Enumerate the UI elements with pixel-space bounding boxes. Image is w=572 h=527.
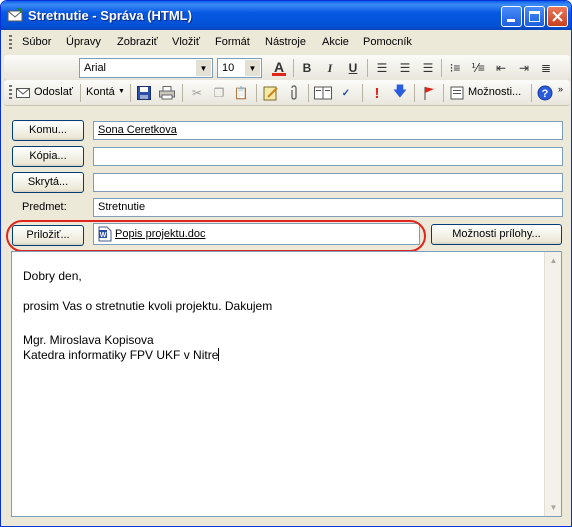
to-field[interactable]: Sona Ceretkova bbox=[93, 121, 563, 140]
send-button[interactable]: Odoslať bbox=[34, 86, 73, 98]
chevron-down-icon[interactable]: ▼ bbox=[245, 60, 260, 76]
bullets-icon[interactable]: ⁝≡ bbox=[446, 59, 464, 77]
highlight-annotation bbox=[6, 220, 426, 252]
align-left-icon[interactable]: ☰ bbox=[373, 59, 391, 77]
attach-icon[interactable] bbox=[285, 84, 303, 102]
font-select[interactable]: Arial ▼ bbox=[79, 58, 213, 78]
menu-bar: Súbor Úpravy Zobraziť Vložiť Formát Nást… bbox=[4, 32, 570, 54]
increase-indent-icon[interactable]: ⇥ bbox=[515, 59, 533, 77]
paste-icon[interactable]: 📋 bbox=[232, 84, 250, 102]
body-greeting: Dobry den, bbox=[23, 269, 82, 283]
print-icon[interactable] bbox=[158, 84, 176, 102]
message-body[interactable]: Dobry den, prosim Vas o stretnutie kvoli… bbox=[11, 251, 562, 517]
toolbar-separator bbox=[367, 59, 368, 77]
signature-department-text: Katedra informatiky FPV UKF v Nitre bbox=[23, 348, 219, 362]
menu-format[interactable]: Formát bbox=[215, 36, 250, 48]
body-text: prosim Vas o stretnutie kvoli projektu. … bbox=[23, 299, 273, 313]
toolbar-separator bbox=[308, 84, 309, 102]
font-value: Arial bbox=[84, 62, 107, 74]
font-size-select[interactable]: 10 ▼ bbox=[217, 58, 262, 78]
signature-department: Katedra informatiky FPV UKF v Nitre bbox=[23, 348, 220, 362]
toolbar-separator bbox=[293, 59, 294, 77]
line-spacing-icon[interactable]: ≣ bbox=[537, 59, 555, 77]
numbering-icon[interactable]: ⅟≡ bbox=[469, 59, 487, 77]
toolbar-separator bbox=[182, 84, 183, 102]
font-size-value: 10 bbox=[222, 62, 235, 74]
cc-field[interactable] bbox=[93, 147, 563, 166]
toolbar-separator bbox=[80, 84, 81, 102]
chevron-down-icon[interactable]: ▼ bbox=[196, 60, 211, 76]
spelling-icon[interactable]: ✓ bbox=[337, 84, 355, 102]
send-icon bbox=[16, 88, 30, 98]
to-recipient[interactable]: Sona Ceretkova bbox=[98, 124, 177, 136]
close-icon bbox=[552, 11, 563, 22]
scroll-down-icon[interactable]: ▼ bbox=[546, 500, 561, 515]
scroll-up-icon[interactable]: ▲ bbox=[546, 253, 561, 268]
attachment-options-button[interactable]: Možnosti prílohy... bbox=[431, 224, 562, 245]
align-right-icon[interactable]: ☰ bbox=[419, 59, 437, 77]
decrease-indent-icon[interactable]: ⇤ bbox=[492, 59, 510, 77]
title-bar[interactable]: Stretnutie - Správa (HTML) bbox=[1, 1, 571, 30]
subject-label: Predmet: bbox=[22, 201, 67, 213]
standard-toolbar: Odoslať Kontá ▼ ✂ ❐ 📋 ✓ ! 🡇 Možnosti... … bbox=[4, 80, 570, 106]
menu-help[interactable]: Pomocník bbox=[363, 36, 412, 48]
close-button[interactable] bbox=[547, 6, 568, 27]
options-icon bbox=[448, 84, 466, 102]
message-window: Stretnutie - Správa (HTML) Súbor Úpravy … bbox=[0, 0, 572, 527]
bold-icon[interactable]: B bbox=[298, 59, 316, 77]
check-names-icon[interactable] bbox=[314, 84, 332, 102]
menu-file[interactable]: Súbor bbox=[22, 36, 51, 48]
toolbar-separator bbox=[362, 84, 363, 102]
underline-icon[interactable]: U bbox=[344, 59, 362, 77]
formatting-toolbar: Arial ▼ 10 ▼ A B I U ☰ ☰ ☰ ⁝≡ ⅟≡ ⇤ ⇥ ≣ bbox=[4, 55, 570, 81]
toolbar-separator bbox=[443, 84, 444, 102]
menubar-grip[interactable] bbox=[9, 35, 12, 51]
text-cursor bbox=[218, 348, 220, 361]
menu-insert[interactable]: Vložiť bbox=[172, 36, 200, 48]
menu-view[interactable]: Zobraziť bbox=[117, 36, 158, 48]
menu-tools[interactable]: Nástroje bbox=[265, 36, 306, 48]
maximize-icon bbox=[529, 11, 540, 22]
menu-actions[interactable]: Akcie bbox=[322, 36, 349, 48]
align-center-icon[interactable]: ☰ bbox=[396, 59, 414, 77]
minimize-button[interactable] bbox=[501, 6, 522, 27]
address-book-icon[interactable] bbox=[262, 84, 280, 102]
subject-value: Stretnutie bbox=[98, 201, 146, 213]
svg-text:?: ? bbox=[542, 88, 549, 100]
to-button[interactable]: Komu... bbox=[12, 120, 84, 141]
toolbar-separator bbox=[441, 59, 442, 77]
vertical-scrollbar[interactable]: ▲ ▼ bbox=[544, 252, 561, 516]
cut-icon[interactable]: ✂ bbox=[188, 84, 206, 102]
toolbar-overflow-icon[interactable]: » bbox=[558, 84, 563, 94]
font-color-icon[interactable]: A bbox=[270, 59, 288, 77]
help-icon[interactable]: ? bbox=[536, 84, 554, 102]
importance-high-icon[interactable]: ! bbox=[368, 84, 386, 102]
copy-icon[interactable]: ❐ bbox=[210, 84, 228, 102]
save-icon[interactable] bbox=[135, 84, 153, 102]
cc-button[interactable]: Kópia... bbox=[12, 146, 84, 167]
bcc-button[interactable]: Skrytá... bbox=[12, 172, 84, 193]
chevron-down-icon[interactable]: ▼ bbox=[118, 88, 125, 95]
minimize-icon bbox=[507, 19, 515, 22]
maximize-button[interactable] bbox=[524, 6, 545, 27]
options-button[interactable]: Možnosti... bbox=[468, 86, 521, 98]
toolbar-grip[interactable] bbox=[9, 85, 12, 101]
importance-low-icon[interactable]: 🡇 bbox=[391, 83, 409, 102]
signature-name: Mgr. Miroslava Kopisova bbox=[23, 333, 154, 347]
toolbar-separator bbox=[130, 84, 131, 102]
envelope-icon bbox=[7, 8, 23, 22]
toolbar-separator bbox=[414, 84, 415, 102]
accounts-button[interactable]: Kontá bbox=[86, 86, 115, 98]
subject-field[interactable]: Stretnutie bbox=[93, 198, 563, 217]
window-title: Stretnutie - Správa (HTML) bbox=[28, 8, 192, 23]
toolbar-separator bbox=[531, 84, 532, 102]
flag-icon[interactable] bbox=[420, 84, 438, 102]
toolbar-separator bbox=[256, 84, 257, 102]
italic-icon[interactable]: I bbox=[321, 59, 339, 77]
menu-edit[interactable]: Úpravy bbox=[66, 36, 101, 48]
bcc-field[interactable] bbox=[93, 173, 563, 192]
